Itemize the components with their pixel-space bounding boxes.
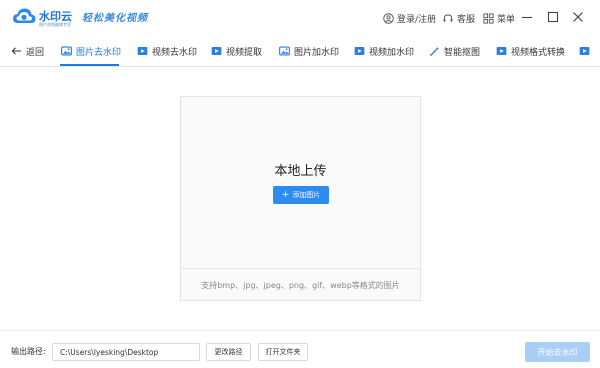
back-label: 返回	[26, 47, 45, 58]
active-tab-indicator	[60, 64, 119, 66]
menu-label: 菜单	[497, 14, 516, 25]
app-slogan: 轻松美化视频	[82, 13, 148, 24]
video-icon	[579, 47, 590, 55]
open-folder-label: 打开文件夹	[265, 348, 301, 356]
maximize-button[interactable]	[545, 9, 561, 25]
upload-title: 本地上传	[274, 164, 327, 179]
open-folder-button[interactable]: 打开文件夹	[258, 343, 308, 361]
minimize-button[interactable]	[519, 9, 535, 25]
tab-video-extract[interactable]: 视频提取	[211, 36, 262, 66]
login-label: 登录/注册	[397, 14, 437, 25]
add-image-label: 添加图片	[292, 191, 321, 199]
user-icon	[383, 12, 394, 24]
grid-menu-icon	[483, 12, 494, 24]
tab-label: 视频加水印	[369, 47, 415, 58]
tab-label: 视频去水印	[152, 47, 198, 58]
app-brand-subtitle: 图片视频编辑专家	[39, 22, 71, 27]
tab-label: 图片去水印	[76, 47, 122, 58]
service-label: 客服	[457, 14, 476, 25]
nav-bar: 返回 图片去水印 视频去水印 视频提取 图片加水印 视频加水印 智能抠图 视频格…	[0, 36, 600, 67]
close-icon	[573, 12, 583, 22]
image-icon	[61, 46, 72, 56]
main-area: 本地上传 + 添加图片 支持bmp、jpg、jpeg、png、gif、webp等…	[0, 67, 600, 330]
video-icon	[137, 47, 148, 55]
tab-image-add-watermark[interactable]: 图片加水印	[279, 36, 339, 66]
supported-formats-hint: 支持bmp、jpg、jpeg、png、gif、webp等格式的图片	[201, 281, 400, 290]
tab-video-format-convert[interactable]: 视频格式转换	[496, 36, 565, 66]
minimize-icon	[522, 16, 532, 19]
output-path-value: C:\Users\lyesking\Desktop	[60, 347, 159, 357]
output-path-field[interactable]: C:\Users\lyesking\Desktop	[52, 343, 200, 361]
change-path-label: 更改路径	[214, 348, 243, 356]
tab-label: 视频提取	[226, 47, 263, 58]
tab-video-add-watermark[interactable]: 视频加水印	[354, 36, 414, 66]
video-icon	[496, 47, 507, 55]
change-path-button[interactable]: 更改路径	[206, 343, 251, 361]
bottom-bar: 输出路径: C:\Users\lyesking\Desktop 更改路径 打开文…	[0, 330, 600, 368]
title-bar: 水印云 图片视频编辑专家 轻松美化视频 登录/注册 客服 菜单	[0, 0, 600, 36]
video-icon	[354, 47, 365, 55]
add-image-button[interactable]: + 添加图片	[273, 186, 329, 204]
image-icon	[279, 46, 290, 56]
tab-more[interactable]	[579, 36, 594, 66]
tab-label: 智能抠图	[444, 47, 481, 58]
tab-image-remove-watermark[interactable]: 图片去水印	[61, 36, 121, 66]
back-button[interactable]: 返回	[11, 36, 44, 66]
customer-service-button[interactable]: 客服	[442, 10, 475, 26]
tab-label: 视频格式转换	[511, 47, 566, 58]
tab-smart-cutout[interactable]: 智能抠图	[429, 36, 480, 66]
video-icon	[211, 47, 222, 55]
upload-dropzone[interactable]: 本地上传 + 添加图片 支持bmp、jpg、jpeg、png、gif、webp等…	[180, 96, 421, 301]
arrow-left-icon	[11, 47, 22, 55]
magic-wand-icon	[429, 46, 440, 56]
maximize-icon	[547, 11, 559, 23]
headset-icon	[443, 13, 453, 22]
start-label: 开始去水印	[537, 347, 578, 357]
divider	[181, 268, 420, 269]
start-remove-watermark-button[interactable]: 开始去水印	[525, 342, 590, 362]
close-button[interactable]	[570, 9, 586, 25]
login-button[interactable]: 登录/注册	[383, 10, 436, 26]
menu-button[interactable]: 菜单	[483, 10, 515, 26]
plus-icon: +	[281, 189, 290, 200]
output-path-label: 输出路径:	[11, 347, 46, 356]
tab-video-remove-watermark[interactable]: 视频去水印	[137, 36, 197, 66]
cloud-logo-icon	[13, 8, 36, 23]
tab-label: 图片加水印	[294, 47, 340, 58]
